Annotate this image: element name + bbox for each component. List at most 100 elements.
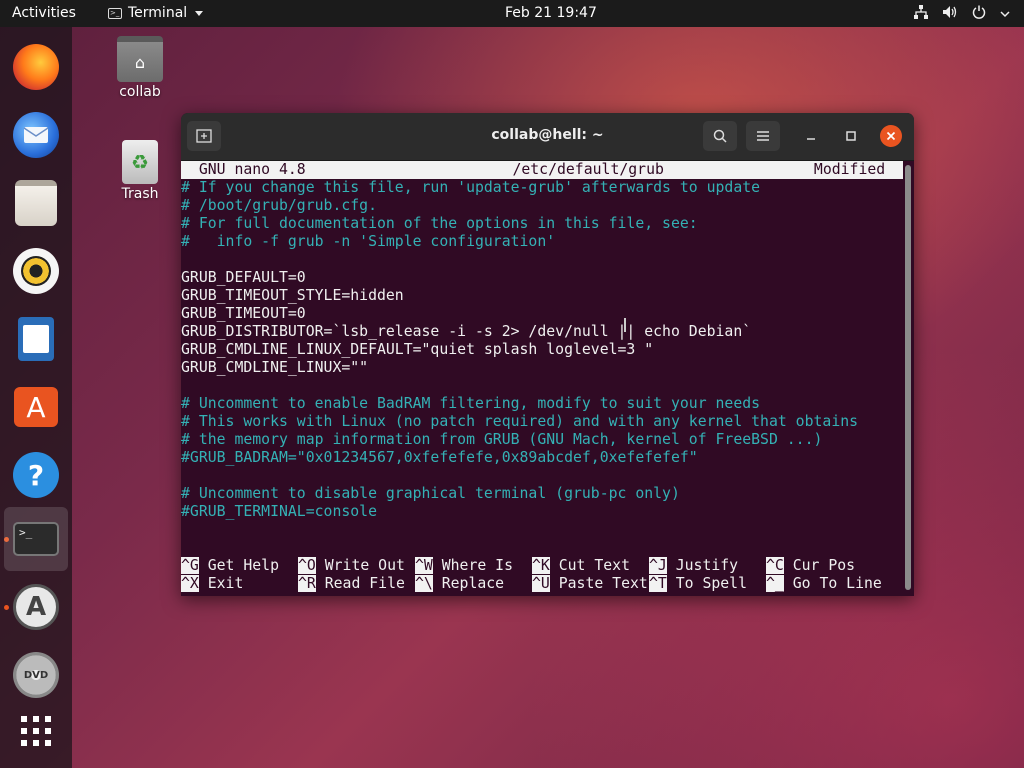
writer-launcher[interactable] bbox=[4, 307, 68, 371]
terminal-icon: >_ bbox=[108, 7, 122, 19]
shortcut-label: Justify bbox=[666, 557, 739, 574]
shortcut-item: ^_ Go To Line bbox=[766, 575, 883, 593]
minimize-icon bbox=[807, 138, 815, 140]
shortcut-item: ^X Exit bbox=[181, 575, 298, 593]
dock: A ? >_ A DVD bbox=[0, 27, 72, 768]
files-launcher[interactable] bbox=[4, 171, 68, 235]
search-icon bbox=[713, 129, 727, 143]
volume-icon[interactable] bbox=[942, 5, 958, 23]
shortcut-label: Write Out bbox=[315, 557, 405, 574]
help-launcher[interactable]: ? bbox=[4, 443, 68, 507]
editor-line[interactable]: # /boot/grub/grub.cfg. bbox=[181, 197, 903, 215]
firefox-icon bbox=[13, 44, 59, 90]
trash-icon: ♻ bbox=[122, 140, 158, 184]
desktop-home-folder[interactable]: ⌂ collab bbox=[100, 36, 180, 100]
editor-line[interactable]: # Uncomment to disable graphical termina… bbox=[181, 485, 903, 503]
scrollbar[interactable] bbox=[905, 165, 911, 590]
shortcut-label: To Spell bbox=[666, 575, 748, 592]
app-menu-label: Terminal bbox=[128, 5, 188, 21]
menu-button[interactable] bbox=[746, 121, 780, 151]
network-icon[interactable] bbox=[914, 5, 928, 23]
terminal-launcher[interactable]: >_ bbox=[4, 507, 68, 571]
title-bar[interactable]: collab@hell: ~ bbox=[181, 113, 914, 161]
show-applications-button[interactable] bbox=[4, 699, 68, 763]
editor-line[interactable]: # the memory map information from GRUB (… bbox=[181, 431, 903, 449]
nano-version: GNU nano 4.8 bbox=[181, 161, 306, 178]
search-button[interactable] bbox=[703, 121, 737, 151]
editor-line[interactable] bbox=[181, 467, 903, 485]
rhythmbox-icon bbox=[13, 248, 59, 294]
shortcut-label: Get Help bbox=[198, 557, 280, 574]
shortcut-item: ^T To Spell bbox=[649, 575, 766, 593]
chevron-down-icon[interactable] bbox=[1000, 6, 1010, 22]
nano-filename: /etc/default/grub bbox=[512, 161, 664, 178]
shortcut-key: ^J bbox=[649, 557, 667, 574]
shortcut-key: ^C bbox=[766, 557, 784, 574]
files-icon bbox=[15, 180, 57, 226]
editor-line[interactable]: GRUB_DISTRIBUTOR=`lsb_release -i -s 2> /… bbox=[181, 323, 903, 341]
mouse-cursor bbox=[624, 318, 626, 332]
shortcut-item: ^\ Replace bbox=[415, 575, 532, 593]
ubuntu-software-launcher[interactable]: A bbox=[4, 375, 68, 439]
ubuntu-software-icon: A bbox=[14, 387, 58, 427]
software-updater-launcher[interactable]: A bbox=[4, 575, 68, 639]
shortcut-item: ^J Justify bbox=[649, 557, 766, 575]
editor-buffer[interactable]: # If you change this file, run 'update-g… bbox=[181, 179, 903, 521]
shortcut-label: Cur Pos bbox=[783, 557, 856, 574]
shortcut-key: ^X bbox=[181, 575, 199, 592]
terminal-icon: >_ bbox=[13, 522, 59, 556]
rhythmbox-launcher[interactable] bbox=[4, 239, 68, 303]
dvd-launcher[interactable]: DVD bbox=[4, 643, 68, 707]
editor-line[interactable]: #GRUB_BADRAM="0x01234567,0xfefefefe,0x89… bbox=[181, 449, 903, 467]
shortcut-item: ^R Read File bbox=[298, 575, 415, 593]
thunderbird-launcher[interactable] bbox=[4, 103, 68, 167]
chevron-down-icon bbox=[195, 10, 204, 16]
desktop-home-label: collab bbox=[119, 84, 161, 100]
terminal-window: collab@hell: ~ GNU nano 4.8 /etc/default… bbox=[181, 113, 914, 596]
editor-line[interactable]: # Uncomment to enable BadRAM filtering, … bbox=[181, 395, 903, 413]
dvd-icon: DVD bbox=[13, 652, 59, 698]
power-icon[interactable] bbox=[972, 5, 986, 23]
nano-header: GNU nano 4.8 /etc/default/grub Modified bbox=[181, 161, 903, 179]
shortcut-key: ^O bbox=[298, 557, 316, 574]
editor-line[interactable]: GRUB_TIMEOUT_STYLE=hidden bbox=[181, 287, 903, 305]
firefox-launcher[interactable] bbox=[4, 35, 68, 99]
nano-shortcuts: ^G Get Help ^O Write Out ^W Where Is ^K Cut… bbox=[181, 557, 883, 593]
activities-button[interactable]: Activities bbox=[12, 5, 76, 21]
shortcut-key: ^T bbox=[649, 575, 667, 592]
editor-line[interactable]: # For full documentation of the options … bbox=[181, 215, 903, 233]
writer-icon bbox=[18, 317, 54, 361]
shortcut-label: Go To Line bbox=[783, 575, 882, 592]
desktop-trash[interactable]: ♻ Trash bbox=[100, 140, 180, 202]
shortcut-key: ^U bbox=[532, 575, 550, 592]
editor-line[interactable] bbox=[181, 377, 903, 395]
maximize-button[interactable] bbox=[840, 125, 862, 147]
shortcut-key: ^R bbox=[298, 575, 316, 592]
shortcut-key: ^W bbox=[415, 557, 433, 574]
clock[interactable]: Feb 21 19:47 bbox=[505, 5, 597, 21]
desktop-trash-label: Trash bbox=[121, 186, 159, 202]
shortcut-label: Replace bbox=[432, 575, 505, 592]
editor-line[interactable]: # info -f grub -n 'Simple configuration' bbox=[181, 233, 903, 251]
help-icon: ? bbox=[13, 452, 59, 498]
system-tray[interactable] bbox=[914, 5, 1010, 23]
terminal-content[interactable]: GNU nano 4.8 /etc/default/grub Modified … bbox=[181, 161, 903, 596]
editor-line[interactable]: # This works with Linux (no patch requir… bbox=[181, 413, 903, 431]
minimize-button[interactable] bbox=[800, 125, 822, 147]
editor-line[interactable]: #GRUB_TERMINAL=console bbox=[181, 503, 903, 521]
shortcut-label: Exit bbox=[198, 575, 244, 592]
editor-line[interactable]: GRUB_CMDLINE_LINUX_DEFAULT="quiet splash… bbox=[181, 341, 903, 359]
editor-line[interactable]: GRUB_DEFAULT=0 bbox=[181, 269, 903, 287]
editor-line[interactable]: # If you change this file, run 'update-g… bbox=[181, 179, 903, 197]
editor-line[interactable]: GRUB_TIMEOUT=0 bbox=[181, 305, 903, 323]
shortcut-item: ^W Where Is bbox=[415, 557, 532, 575]
editor-line[interactable] bbox=[181, 251, 903, 269]
close-icon bbox=[886, 131, 896, 141]
hamburger-icon bbox=[757, 131, 769, 141]
app-menu[interactable]: >_ Terminal bbox=[108, 5, 204, 21]
shortcut-row: ^G Get Help ^O Write Out ^W Where Is ^K Cut… bbox=[181, 557, 883, 575]
close-button[interactable] bbox=[880, 125, 902, 147]
home-folder-icon: ⌂ bbox=[117, 36, 163, 82]
thunderbird-icon bbox=[13, 112, 59, 158]
editor-line[interactable]: GRUB_CMDLINE_LINUX="" bbox=[181, 359, 903, 377]
